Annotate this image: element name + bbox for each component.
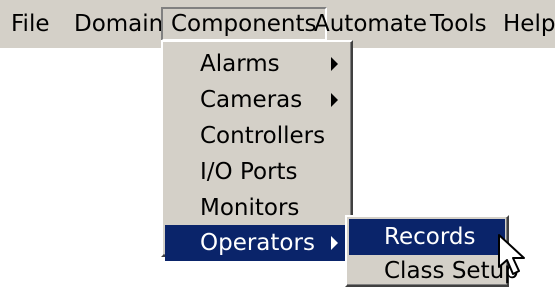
mouse-pointer-icon (498, 234, 525, 275)
menu-item-class-setup[interactable]: Class Setup (349, 253, 519, 289)
chevron-right-icon (331, 57, 338, 71)
menu-item-label: I/O Ports (200, 159, 298, 185)
menu-item-io-ports[interactable]: I/O Ports (165, 154, 349, 190)
menu-item-label: Alarms (200, 51, 280, 77)
menu-file[interactable]: File (5, 7, 56, 41)
menu-tools[interactable]: Tools (424, 7, 493, 41)
menu-domain[interactable]: Domain (68, 7, 169, 41)
menu-item-alarms[interactable]: Alarms (165, 46, 349, 82)
operators-submenu: Records Class Setup (345, 215, 519, 289)
menu-item-label: Records (384, 224, 476, 250)
menu-item-cameras[interactable]: Cameras (165, 82, 349, 118)
chevron-right-icon (331, 236, 338, 250)
menu-item-label: Cameras (200, 87, 303, 113)
components-dropdown: Alarms Cameras Controllers I/O Ports Mon… (161, 40, 353, 261)
chevron-right-icon (331, 93, 338, 107)
menu-item-label: Controllers (200, 123, 326, 149)
menu-components[interactable]: Components (161, 7, 327, 41)
menu-item-operators[interactable]: Operators (165, 225, 349, 261)
menu-item-monitors[interactable]: Monitors (165, 190, 349, 226)
menu-help[interactable]: Help (497, 7, 555, 41)
menu-automate[interactable]: Automate (308, 7, 433, 41)
menu-item-label: Monitors (200, 195, 300, 221)
menu-item-label: Operators (200, 230, 315, 256)
menu-item-controllers[interactable]: Controllers (165, 118, 349, 154)
menu-item-records[interactable]: Records (349, 219, 505, 255)
